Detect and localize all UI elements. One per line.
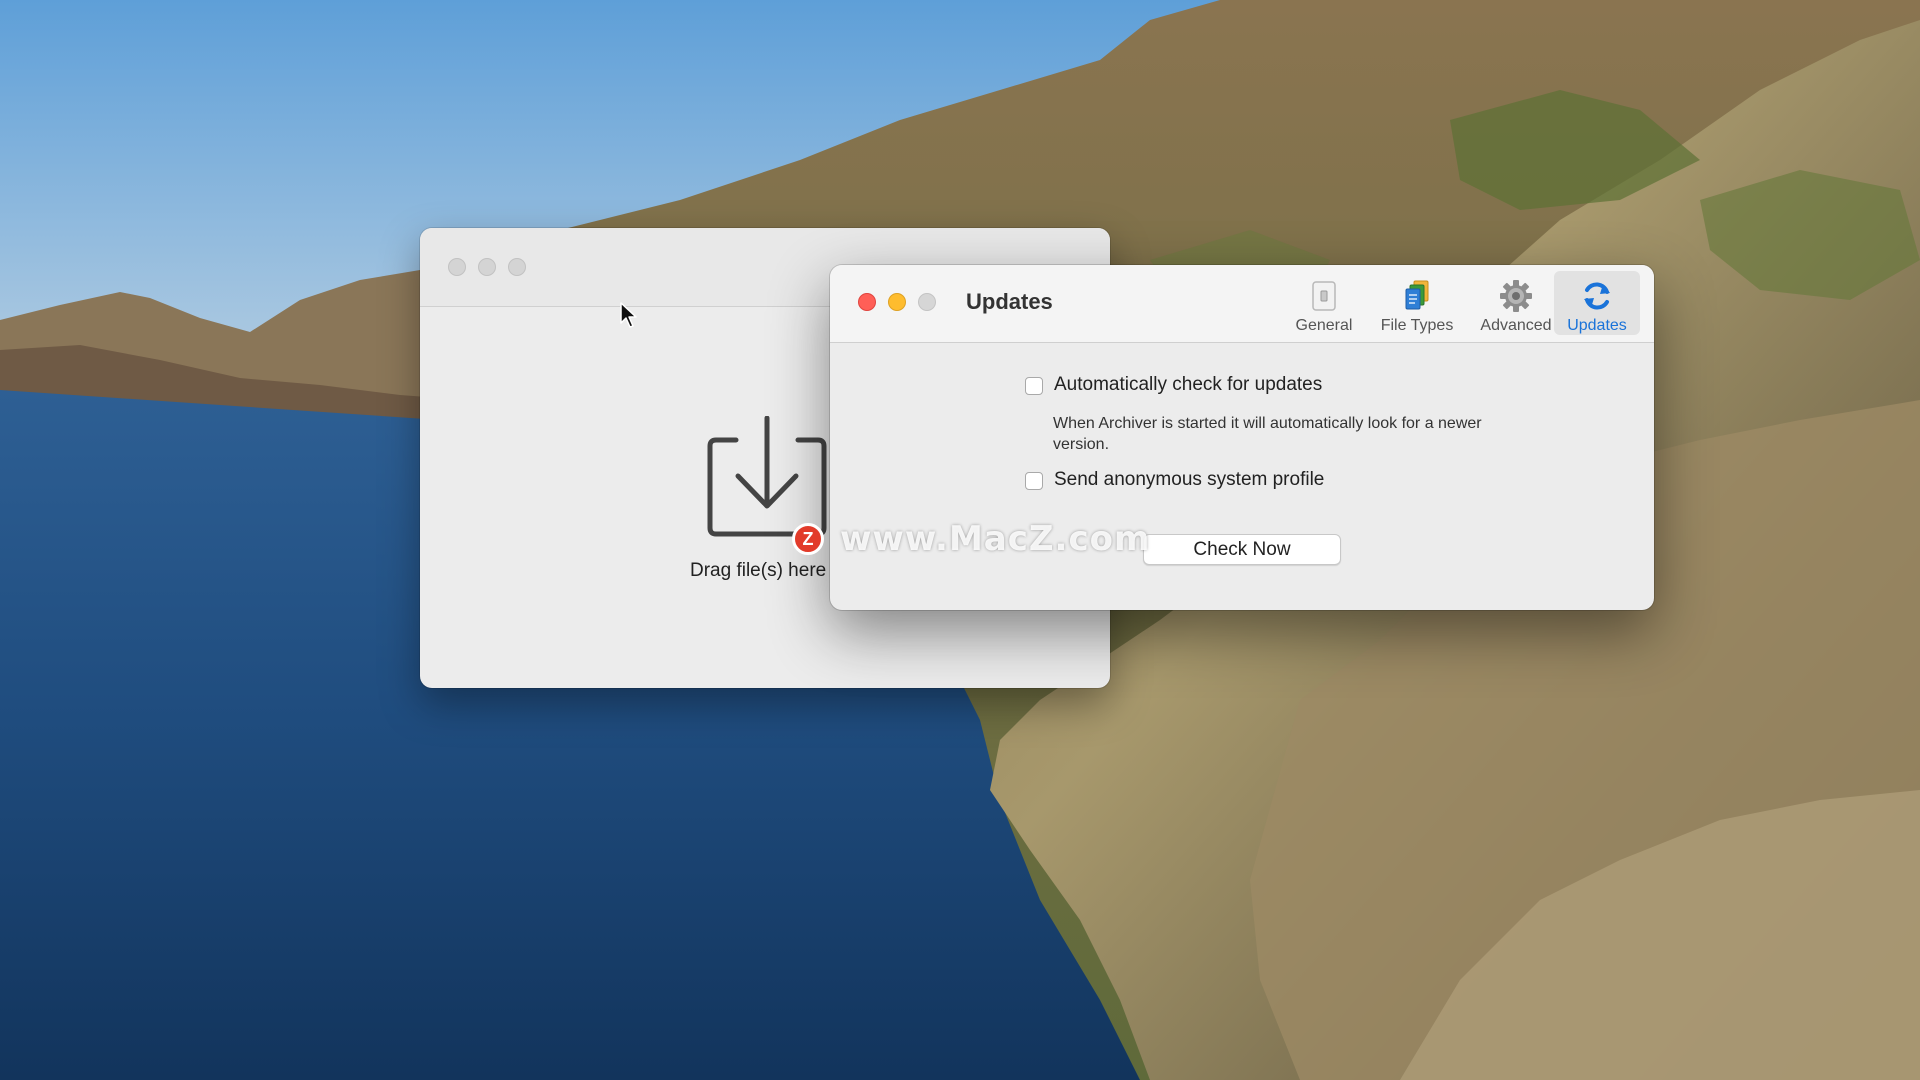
desktop: Drag file(s) here Updates General File T… xyxy=(0,0,1920,1080)
tab-updates[interactable]: Updates xyxy=(1554,271,1640,335)
general-icon xyxy=(1312,281,1336,311)
auto-check-label[interactable]: Automatically check for updates xyxy=(1054,374,1322,396)
updates-pane: Automatically check for updates When Arc… xyxy=(830,343,1654,610)
watermark-text: www.MacZ.com xyxy=(840,519,1151,559)
watermark-logo-icon: Z xyxy=(792,523,824,555)
drop-label: Drag file(s) here xyxy=(690,560,827,581)
main-zoom-button[interactable] xyxy=(508,258,526,276)
tab-file-types-label: File Types xyxy=(1380,317,1454,334)
main-minimize-button[interactable] xyxy=(478,258,496,276)
tab-advanced-label: Advanced xyxy=(1480,317,1552,334)
file-types-icon xyxy=(1405,280,1429,310)
main-close-button[interactable] xyxy=(448,258,466,276)
send-profile-label[interactable]: Send anonymous system profile xyxy=(1054,469,1324,491)
window-title: Updates xyxy=(966,289,1053,314)
check-now-button[interactable]: Check Now xyxy=(1143,534,1341,565)
close-button[interactable] xyxy=(858,293,876,311)
tab-updates-label: Updates xyxy=(1567,317,1627,334)
minimize-button[interactable] xyxy=(888,293,906,311)
mouse-pointer-icon xyxy=(620,302,637,328)
zoom-button xyxy=(918,293,936,311)
refresh-icon xyxy=(1584,282,1610,310)
send-profile-checkbox[interactable] xyxy=(1025,472,1043,490)
tab-file-types[interactable]: File Types xyxy=(1364,271,1470,335)
gear-icon xyxy=(1500,280,1532,312)
tab-general-label: General xyxy=(1295,317,1353,334)
auto-check-checkbox[interactable] xyxy=(1025,377,1043,395)
tab-advanced[interactable]: Advanced xyxy=(1464,271,1568,335)
preferences-toolbar[interactable]: Updates General File Types Advanced Upda… xyxy=(830,265,1654,343)
tab-general[interactable]: General xyxy=(1274,271,1374,335)
auto-check-description: When Archiver is started it will automat… xyxy=(1053,415,1482,453)
